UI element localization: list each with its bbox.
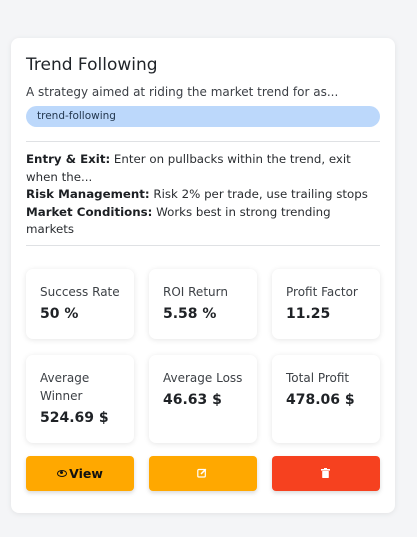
stat-value: 11.25 <box>286 305 331 322</box>
action-bar: View <box>26 455 380 491</box>
stat-label: Total Profit <box>286 370 350 385</box>
strategy-tag: trend-following <box>26 106 380 127</box>
divider <box>26 141 380 142</box>
trash-icon <box>320 466 330 481</box>
conditions-row: Market Conditions: Works best in strong … <box>26 204 380 239</box>
stat-label: Average Loss <box>163 370 243 385</box>
stat-label: ROI Return <box>163 284 228 299</box>
risk-row: Risk Management: Risk 2% per trade, use … <box>26 186 380 204</box>
strategy-description: A strategy aimed at riding the market tr… <box>26 85 339 99</box>
risk-label: Risk Management: <box>26 187 150 201</box>
stat-label: Average Winner <box>40 370 90 403</box>
stat-roi-return: ROI Return 5.58 % <box>149 268 257 339</box>
stats-grid: Success Rate 50 % ROI Return 5.58 % Prof… <box>26 268 380 443</box>
stat-success-rate: Success Rate 50 % <box>26 268 134 339</box>
stat-total-profit: Total Profit 478.06 $ <box>272 354 380 443</box>
stat-value: 5.58 % <box>163 305 217 322</box>
edit-icon <box>197 466 207 481</box>
stat-value: 46.63 $ <box>163 391 222 408</box>
stat-average-winner: Average Winner 524.69 $ <box>26 354 134 443</box>
entry-exit-row: Entry & Exit: Enter on pullbacks within … <box>26 151 380 186</box>
stat-value: 524.69 $ <box>40 409 109 426</box>
conditions-label: Market Conditions: <box>26 204 153 219</box>
strategy-title: Trend Following <box>26 55 158 75</box>
stat-profit-factor: Profit Factor 11.25 <box>272 268 380 339</box>
stat-value: 478.06 $ <box>286 391 355 408</box>
view-button-label: View <box>69 465 103 481</box>
strategy-details: Entry & Exit: Enter on pullbacks within … <box>26 151 380 239</box>
strategy-card: Trend Following A strategy aimed at ridi… <box>11 38 395 513</box>
stat-average-loss: Average Loss 46.63 $ <box>149 354 257 443</box>
eye-icon <box>57 469 68 477</box>
edit-button[interactable] <box>149 455 257 491</box>
divider <box>26 244 380 246</box>
stat-label: Profit Factor <box>286 284 358 299</box>
view-button[interactable]: View <box>26 455 134 491</box>
stat-value: 50 % <box>40 305 79 322</box>
delete-button[interactable] <box>272 455 380 491</box>
stat-label: Success Rate <box>40 284 120 299</box>
risk-text: Risk 2% per trade, use trailing stops <box>149 187 368 201</box>
entry-exit-label: Entry & Exit: <box>26 152 111 166</box>
